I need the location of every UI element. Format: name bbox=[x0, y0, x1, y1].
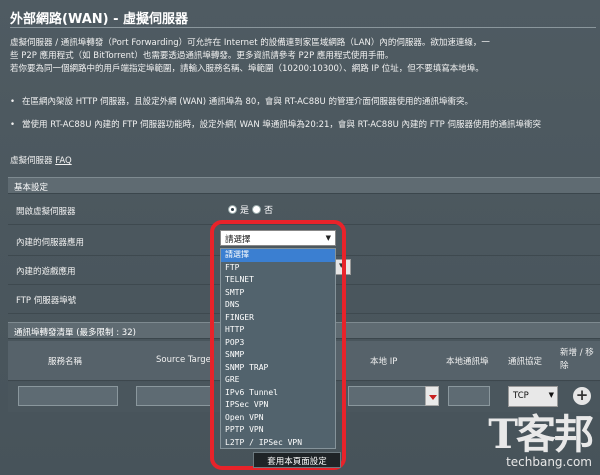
chevron-down-icon: ▼ bbox=[325, 234, 331, 242]
intro-text: 虛擬伺服器 / 通訊埠轉發（Port Forwarding）可允許在 Inter… bbox=[10, 37, 596, 76]
menu-option[interactable]: SMTP bbox=[221, 287, 335, 300]
notice-list: 在區網內架設 HTTP 伺服器，且設定外網 (WAN) 通訊埠為 80，會與 R… bbox=[10, 96, 598, 132]
menu-option[interactable]: FTP bbox=[221, 262, 335, 275]
menu-option[interactable]: IPv6 Tunnel bbox=[221, 387, 335, 400]
menu-option[interactable]: POP3 bbox=[221, 337, 335, 350]
watermark-logo: T客邦 techbang.com bbox=[488, 411, 594, 470]
title-divider bbox=[10, 27, 596, 28]
menu-option[interactable]: SNMP TRAP bbox=[221, 362, 335, 375]
intro-line: 若你要為同一個網路中的用戶端指定埠範圍，請輸入服務名稱、埠範圍（10200:10… bbox=[10, 64, 484, 74]
apply-button[interactable]: 套用本頁面設定 bbox=[253, 452, 341, 468]
faq-line: 虛擬伺服器 FAQ bbox=[10, 154, 72, 166]
famous-game-label: 內建的遊戲應用 bbox=[16, 267, 76, 277]
radio-yes[interactable] bbox=[228, 205, 237, 214]
radio-yes-label: 是 bbox=[240, 206, 250, 216]
source-target-input[interactable] bbox=[136, 386, 214, 406]
service-name-input[interactable] bbox=[18, 386, 118, 406]
intro-line: 些 P2P 應用程式（如 BitTorrent）也需要透過通訊埠轉發。更多資訊請… bbox=[10, 51, 394, 61]
select-value: 請選擇 bbox=[225, 235, 251, 245]
protocol-value: TCP bbox=[513, 391, 529, 401]
protocol-select[interactable]: TCP ▼ bbox=[508, 386, 558, 407]
watermark-big: T客邦 bbox=[488, 411, 594, 458]
server-app-menu: 請選擇 FTP TELNET SMTP DNS FINGER HTTP POP3… bbox=[220, 248, 336, 449]
menu-option[interactable]: L2TP / IPSec VPN bbox=[221, 437, 335, 450]
menu-option[interactable]: DNS bbox=[221, 299, 335, 312]
col-service-name: 服務名稱 bbox=[48, 357, 83, 367]
menu-option[interactable]: HTTP bbox=[221, 324, 335, 337]
menu-option[interactable]: 請選擇 bbox=[221, 249, 335, 262]
local-port-input[interactable] bbox=[448, 386, 490, 406]
chevron-down-icon: ▼ bbox=[548, 391, 554, 399]
menu-option[interactable]: TELNET bbox=[221, 274, 335, 287]
menu-option[interactable]: PPTP VPN bbox=[221, 424, 335, 437]
radio-no[interactable] bbox=[252, 205, 262, 214]
menu-option[interactable]: IPSec VPN bbox=[221, 399, 335, 412]
enable-radio-group: 是 否 bbox=[228, 203, 273, 216]
col-local-port: 本地通訊埠 bbox=[446, 357, 489, 367]
col-local-ip: 本地 IP bbox=[370, 357, 398, 367]
famous-server-label: 內建的伺服器應用 bbox=[16, 238, 85, 248]
basic-settings-header: 基本設定 bbox=[8, 177, 600, 194]
col-add-remove: 新增 / 移除 bbox=[560, 348, 594, 371]
local-ip-input[interactable] bbox=[348, 386, 426, 406]
notice-item: 當使用 RT-AC88U 內建的 FTP 伺服器功能時，設定外網( WAN 埠通… bbox=[10, 119, 598, 132]
radio-no-label: 否 bbox=[264, 206, 274, 216]
ftp-port-label: FTP 伺服器埠號 bbox=[16, 296, 77, 306]
add-icon[interactable]: + bbox=[573, 387, 591, 405]
faq-link[interactable]: FAQ bbox=[55, 156, 71, 166]
menu-option[interactable]: GRE bbox=[221, 374, 335, 387]
local-ip-dropdown-button[interactable] bbox=[425, 386, 439, 406]
notice-item: 在區網內架設 HTTP 伺服器，且設定外網 (WAN) 通訊埠為 80，會與 R… bbox=[10, 96, 598, 109]
menu-option[interactable]: SNMP bbox=[221, 349, 335, 362]
menu-option[interactable]: Open VPN bbox=[221, 412, 335, 425]
page: 外部網路(WAN) - 虛擬伺服器 虛擬伺服器 / 通訊埠轉發（Port For… bbox=[0, 0, 600, 475]
intro-line: 虛擬伺服器 / 通訊埠轉發（Port Forwarding）可允許在 Inter… bbox=[10, 38, 490, 48]
page-title: 外部網路(WAN) - 虛擬伺服器 bbox=[10, 12, 189, 27]
enable-label: 開啟虛擬伺服器 bbox=[16, 207, 76, 217]
col-protocol: 通訊協定 bbox=[508, 357, 543, 367]
faq-label: 虛擬伺服器 bbox=[10, 156, 53, 166]
famous-server-select[interactable]: 請選擇 ▼ bbox=[220, 230, 336, 246]
col-source-target: Source Target bbox=[156, 355, 215, 365]
menu-option[interactable]: FINGER bbox=[221, 312, 335, 325]
